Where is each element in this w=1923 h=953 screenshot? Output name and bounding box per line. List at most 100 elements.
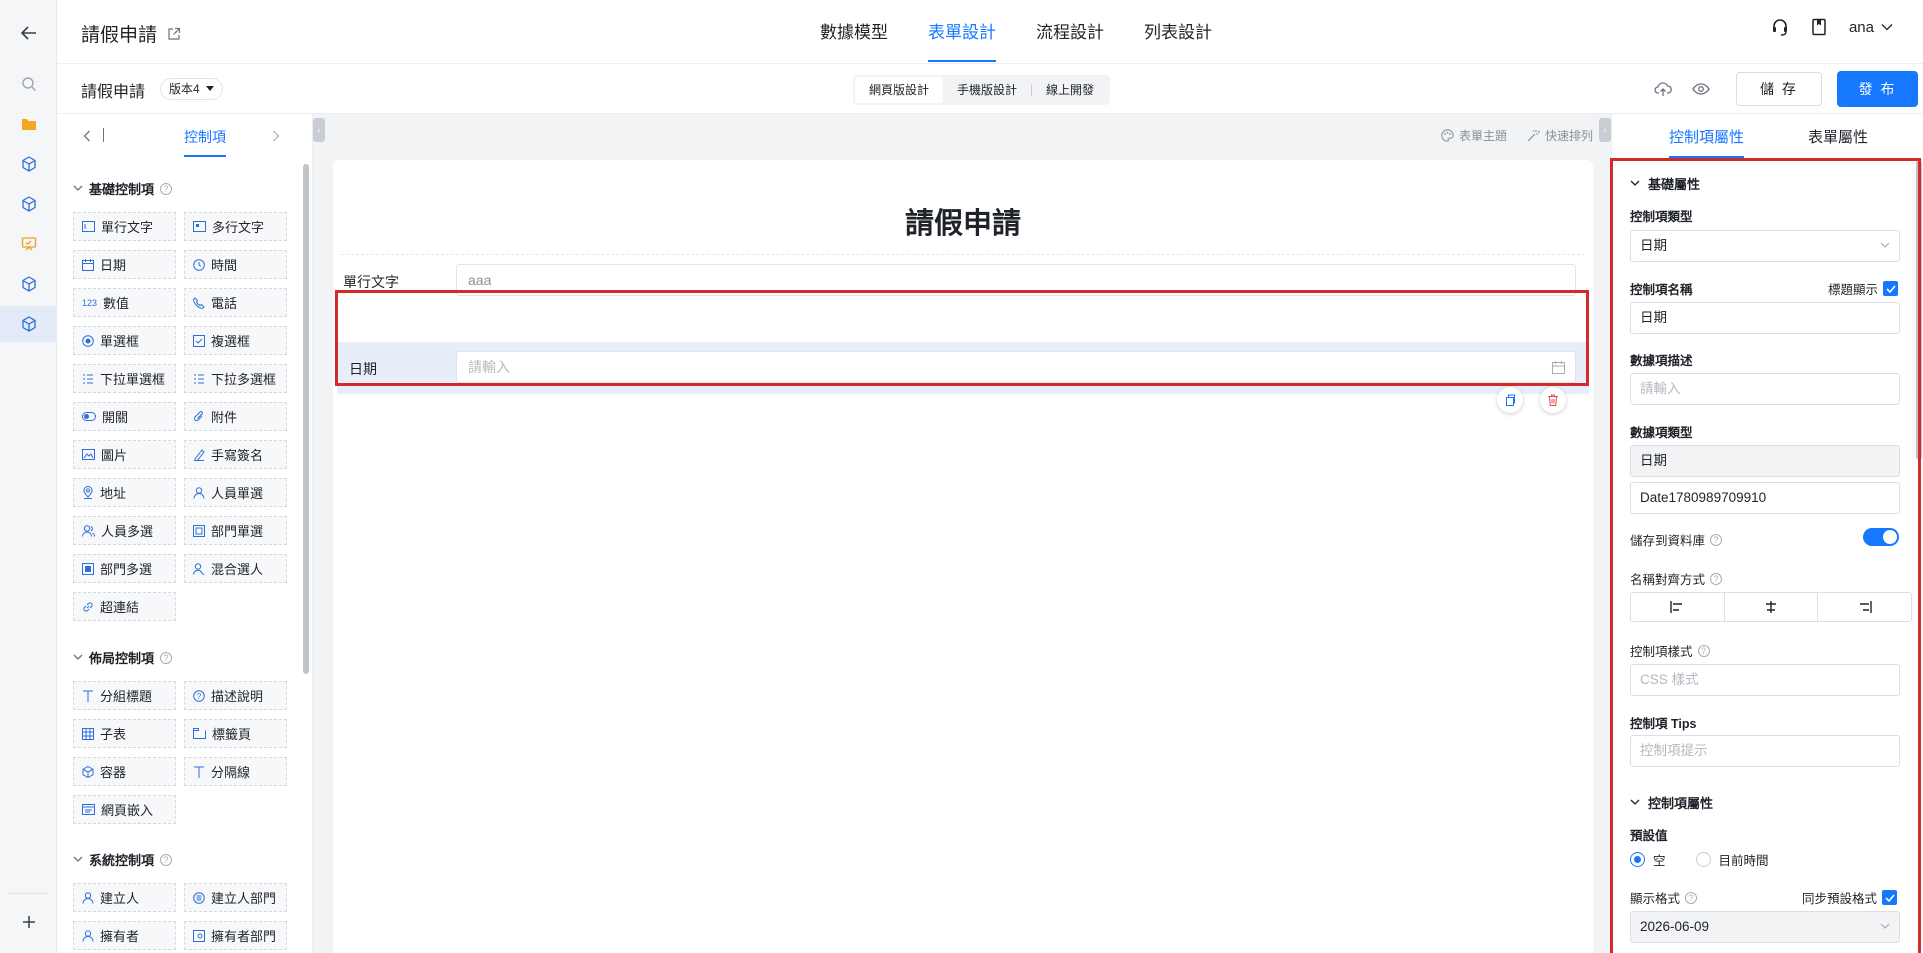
palette-item[interactable]: 分組標題 [73, 681, 176, 710]
help-icon[interactable]: ? [160, 182, 173, 195]
palette-item[interactable]: 子表 [73, 719, 176, 748]
palette-item[interactable]: 人員多選 [73, 516, 176, 545]
copy-icon[interactable] [1497, 387, 1523, 413]
search-icon[interactable] [0, 66, 57, 102]
palette-item[interactable]: 混合選人 [184, 554, 287, 583]
help-icon[interactable]: ? [1697, 644, 1710, 657]
date-field[interactable]: 請輸入 [456, 351, 1576, 383]
help-icon[interactable]: ? [160, 651, 173, 664]
palette-item[interactable]: 網頁嵌入 [73, 795, 176, 824]
palette-item[interactable]: 123 數值 [73, 288, 176, 317]
cube-icon[interactable] [0, 266, 57, 302]
palette-item[interactable]: 單行文字 [73, 212, 176, 241]
control-name-input[interactable]: 日期 [1630, 302, 1900, 334]
cube-icon[interactable] [0, 186, 57, 222]
save-button[interactable]: 儲 存 [1736, 72, 1822, 106]
data-desc-input[interactable]: 請輸入 [1630, 373, 1900, 405]
align-center-icon[interactable] [1725, 593, 1819, 621]
palette-scrollbar[interactable] [303, 164, 309, 674]
palette-item[interactable]: 下拉單選框 [73, 364, 176, 393]
headset-icon[interactable] [1771, 18, 1789, 36]
version-select[interactable]: 版本4 [160, 78, 223, 100]
checkbox-checked-icon[interactable] [1883, 281, 1899, 296]
folder-icon[interactable] [0, 106, 57, 142]
control-type-select[interactable]: 日期 [1630, 230, 1900, 262]
help-icon[interactable]: ? [1685, 891, 1698, 904]
help-icon[interactable]: ? [160, 853, 173, 866]
palette-item[interactable]: 擁有者 [73, 921, 176, 950]
radio-current-time[interactable] [1695, 852, 1711, 867]
calendar-icon[interactable] [1552, 361, 1565, 374]
palette-tab-controls[interactable]: 控制項 [184, 127, 226, 147]
palette-item[interactable]: 電話 [184, 288, 287, 317]
back-arrow-icon[interactable] [0, 15, 57, 51]
palette-item[interactable]: 標籤頁 [184, 719, 287, 748]
tab-data-model[interactable]: 數據模型 [800, 0, 908, 64]
eye-icon[interactable] [1682, 71, 1720, 107]
palette-item[interactable]: 開關 [73, 402, 176, 431]
palette-item[interactable]: 圖片 [73, 440, 176, 469]
align-right-icon[interactable] [1818, 593, 1911, 621]
css-style-input[interactable]: CSS 樣式 [1630, 664, 1900, 696]
palette-item[interactable]: 超連結 [73, 592, 176, 621]
single-line-text-field[interactable]: aaa [456, 264, 1576, 296]
palette-item[interactable]: 建立人 [73, 883, 176, 912]
quick-arrange-button[interactable]: 快速排列 [1527, 127, 1593, 144]
collapse-right-icon[interactable]: › [1599, 118, 1611, 142]
palette-item[interactable]: 建立人部門 [184, 883, 287, 912]
cloud-upload-icon[interactable] [1644, 71, 1682, 107]
palette-item[interactable]: 部門多選 [73, 554, 176, 583]
user-menu[interactable]: ana [1849, 19, 1893, 36]
presentation-icon[interactable] [0, 226, 57, 262]
palette-item[interactable]: 容器 [73, 757, 176, 786]
cube-icon[interactable] [0, 146, 57, 182]
help-icon[interactable]: ? [1710, 572, 1723, 585]
book-icon[interactable] [1811, 18, 1827, 36]
show-title-toggle[interactable]: 標題顯示 [1828, 279, 1899, 298]
palette-item[interactable]: 多行文字 [184, 212, 287, 241]
plus-icon[interactable] [0, 904, 57, 940]
control-tips-input[interactable]: 控制項提示 [1630, 735, 1900, 767]
palette-item[interactable]: 地址 [73, 478, 176, 507]
display-format-select[interactable]: 2026-06-09 [1630, 911, 1900, 943]
save-to-db-switch[interactable] [1863, 528, 1899, 546]
basic-controls-section[interactable]: 基礎控制項 ? [73, 179, 173, 198]
tab-form-design[interactable]: 表單設計 [908, 0, 1016, 64]
publish-button[interactable]: 發 布 [1837, 71, 1918, 107]
tab-control-properties[interactable]: 控制項屬性 [1669, 126, 1745, 158]
system-controls-section[interactable]: 系統控制項 ? [73, 850, 173, 869]
radio-empty[interactable] [1630, 852, 1645, 867]
palette-item[interactable]: 附件 [184, 402, 287, 431]
delete-icon[interactable] [1540, 387, 1566, 413]
collapse-left-icon[interactable]: ‹ [313, 118, 325, 142]
palette-item[interactable]: 人員單選 [184, 478, 287, 507]
tab-form-properties[interactable]: 表單屬性 [1808, 126, 1868, 147]
palette-item[interactable]: 部門單選 [184, 516, 287, 545]
form-theme-button[interactable]: 表單主題 [1441, 127, 1507, 144]
palette-item[interactable]: 擁有者部門 [184, 921, 287, 950]
layout-controls-section[interactable]: 佈局控制項 ? [73, 648, 173, 667]
tab-list-design[interactable]: 列表設計 [1124, 0, 1232, 64]
align-left-icon[interactable] [1631, 593, 1725, 621]
external-link-icon[interactable] [167, 27, 181, 41]
chevron-left-icon[interactable] [83, 130, 91, 142]
cube-icon[interactable] [0, 306, 57, 342]
palette-item[interactable]: 時間 [184, 250, 287, 279]
view-mobile-design[interactable]: 手機版設計 [943, 77, 1031, 103]
palette-item[interactable]: 單選框 [73, 326, 176, 355]
properties-scrollbar[interactable] [1916, 160, 1922, 460]
checkbox-checked-icon[interactable] [1882, 890, 1898, 905]
help-icon[interactable]: ? [1710, 533, 1723, 546]
sync-format-toggle[interactable]: 同步預設格式 [1802, 888, 1898, 907]
tab-flow-design[interactable]: 流程設計 [1016, 0, 1124, 64]
view-web-design[interactable]: 網頁版設計 [855, 77, 944, 103]
palette-item[interactable]: ? 描述說明 [184, 681, 287, 710]
palette-item[interactable]: 手寫簽名 [184, 440, 287, 469]
basic-properties-section[interactable]: 基礎屬性 [1630, 174, 1700, 193]
palette-item[interactable]: 下拉多選框 [184, 364, 287, 393]
data-id-input[interactable]: Date1780989709910 [1630, 482, 1900, 514]
chevron-right-icon[interactable] [272, 130, 280, 142]
palette-item[interactable]: 複選框 [184, 326, 287, 355]
palette-item[interactable]: 日期 [73, 250, 176, 279]
view-online-dev[interactable]: 線上開發 [1032, 77, 1108, 103]
